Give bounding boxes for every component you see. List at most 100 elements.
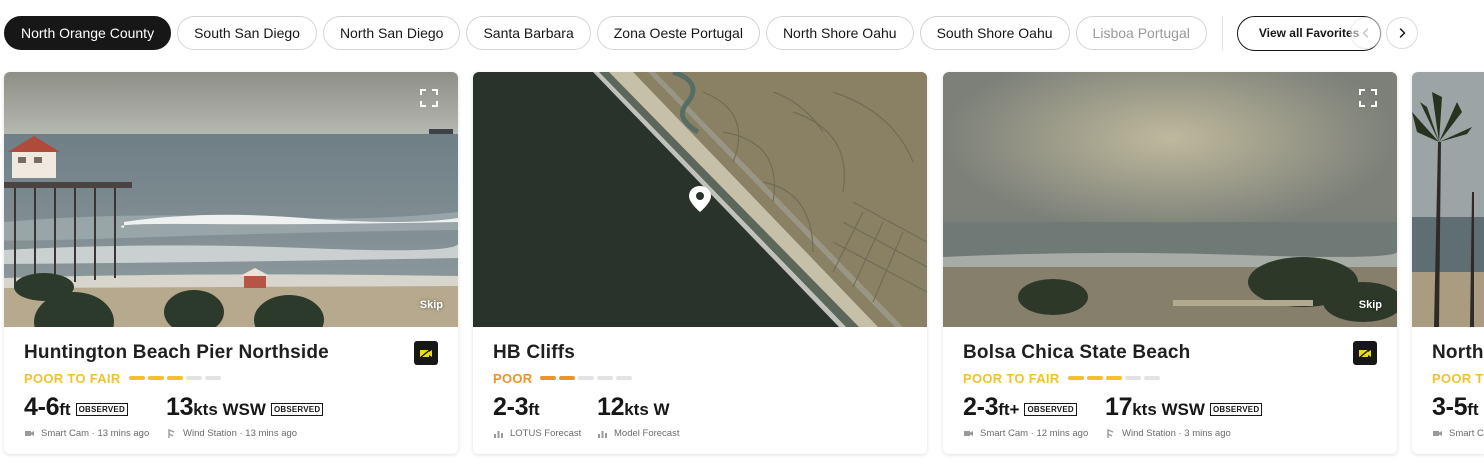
chevron-right-icon <box>1399 28 1406 38</box>
region-chip-south-shore-oahu[interactable]: South Shore Oahu <box>919 16 1070 50</box>
wave-source-text: Smart Cam · 12 mins ago <box>980 427 1089 439</box>
condition-bar <box>185 376 202 380</box>
condition-bar <box>559 376 576 380</box>
wave-source: Smart C <box>1432 428 1484 439</box>
wind-source-text: Wind Station · 13 mins ago <box>183 427 298 439</box>
condition-bars <box>128 376 221 380</box>
wave-height-unit: ft <box>59 400 71 419</box>
region-chip-north-san-diego[interactable]: North San Diego <box>322 16 461 50</box>
card-body: HB Cliffs POOR 2-3 ft 12 kts W LOTUS For… <box>473 327 927 440</box>
scroll-right-button[interactable] <box>1386 17 1418 49</box>
camera-icon <box>964 430 973 436</box>
condition-rating: POOR <box>493 370 907 386</box>
condition-bar <box>147 376 164 380</box>
condition-bar <box>616 376 633 380</box>
spot-card-hb-cliffs[interactable]: HB Cliffs POOR 2-3 ft 12 kts W LOTUS For… <box>473 72 927 454</box>
region-chip-lisboa-portugal[interactable]: Lisboa Portugal <box>1075 16 1207 50</box>
wind-source: Wind Station · 13 mins ago <box>166 428 297 439</box>
cam-still-image <box>943 72 1397 327</box>
cam-badge <box>414 341 438 365</box>
condition-bars <box>540 376 633 380</box>
data-sources: Smart Cam · 13 mins ago Wind Station · 1… <box>24 426 438 440</box>
wave-height: 3-5 ft <box>1432 393 1479 422</box>
skip-button[interactable]: Skip <box>420 299 443 311</box>
condition-bar <box>540 376 557 380</box>
chevron-left-icon <box>1362 28 1369 38</box>
camera-icon <box>1433 430 1442 436</box>
condition-label: POOR TO FAIR <box>963 370 1060 386</box>
spot-title[interactable]: Huntington Beach Pier Northside <box>24 341 438 365</box>
wave-source-text: Smart Cam · 13 mins ago <box>41 427 150 439</box>
condition-rating: POOR TO FAIR <box>24 370 438 386</box>
wind-source-text: Wind Station · 3 mins ago <box>1122 427 1231 439</box>
condition-bar <box>1143 376 1160 380</box>
condition-bar <box>128 376 145 380</box>
cam-badge <box>1353 341 1377 365</box>
data-sources: Smart C <box>1432 426 1484 440</box>
spot-title[interactable]: Bolsa Chica State Beach <box>963 341 1377 365</box>
cam-still-image <box>4 72 458 327</box>
smart-cam-preview[interactable]: Skip <box>4 72 458 327</box>
wave-height-unit: ft <box>528 400 540 419</box>
wave-source: Smart Cam · 13 mins ago <box>24 428 166 439</box>
spot-card-bolsa-chica-state-beach[interactable]: Skip Bolsa Chica State Beach POOR TO FAI… <box>943 72 1397 454</box>
wave-source-text: Smart C <box>1449 427 1484 439</box>
scroll-left-button[interactable] <box>1350 17 1382 49</box>
map-preview[interactable] <box>473 72 927 327</box>
region-chip-santa-barbara[interactable]: Santa Barbara <box>466 16 591 50</box>
spot-title[interactable]: North <box>1432 341 1483 365</box>
forecast-chart-icon <box>494 430 503 438</box>
region-chip-south-san-diego[interactable]: South San Diego <box>177 16 317 50</box>
condition-bars <box>1067 376 1160 380</box>
condition-bar <box>166 376 183 380</box>
wave-height-unit: ft+ <box>998 400 1020 419</box>
wave-height-unit: ft <box>1467 400 1479 419</box>
fullscreen-icon[interactable] <box>1359 89 1377 107</box>
condition-bar <box>1105 376 1122 380</box>
wind-source: Model Forecast <box>597 428 679 439</box>
spot-title[interactable]: HB Cliffs <box>493 341 907 365</box>
location-pin-icon[interactable] <box>687 185 713 213</box>
region-chip-north-shore-oahu[interactable]: North Shore Oahu <box>765 16 914 50</box>
condition-rating: POOR TO FAIR <box>963 370 1377 386</box>
wind-station-icon <box>168 428 175 438</box>
condition-bar <box>578 376 595 380</box>
smart-cam-preview[interactable] <box>1412 72 1484 327</box>
surf-stats: 2-3 ft 12 kts W <box>493 392 907 422</box>
condition-bar <box>597 376 614 380</box>
condition-bar <box>1124 376 1141 380</box>
region-chip-list: North Orange County South San Diego Nort… <box>4 16 1207 50</box>
skip-button[interactable]: Skip <box>1359 299 1382 311</box>
region-chip-zona-oeste-portugal[interactable]: Zona Oeste Portugal <box>596 16 760 50</box>
wave-height-value: 4-6 <box>24 393 60 421</box>
wave-height-value: 2-3 <box>493 393 529 421</box>
chip-divider <box>1221 16 1223 50</box>
region-chip-north-orange-county[interactable]: North Orange County <box>4 16 172 50</box>
condition-bar <box>1067 376 1084 380</box>
camera-icon <box>1358 347 1372 359</box>
wave-height: 2-3 ft <box>493 393 597 422</box>
fullscreen-icon[interactable] <box>420 89 438 107</box>
wind-unit: kts WSW <box>193 400 266 419</box>
wave-source: Smart Cam · 12 mins ago <box>963 428 1105 439</box>
surf-stats: 2-3 ft+ OBSERVED 17 kts WSW OBSERVED <box>963 392 1377 422</box>
card-body: Bolsa Chica State Beach POOR TO FAIR 2-3… <box>943 327 1397 440</box>
condition-bar <box>1086 376 1103 380</box>
wave-height: 2-3 ft+ OBSERVED <box>963 393 1105 422</box>
spot-card-huntington-beach-pier-northside[interactable]: Skip Huntington Beach Pier Northside POO… <box>4 72 458 454</box>
wind: 12 kts W <box>597 393 670 422</box>
spot-card-partial[interactable]: North POOR T 3-5 ft Smart C <box>1412 72 1484 454</box>
observed-badge: OBSERVED <box>1024 403 1077 416</box>
wind-source-text: Model Forecast <box>614 427 680 439</box>
surf-stats: 4-6 ft OBSERVED 13 kts WSW OBSERVED <box>24 392 438 422</box>
wave-height-value: 2-3 <box>963 393 999 421</box>
wind-station-icon <box>1107 428 1114 438</box>
wind-speed-value: 12 <box>597 393 625 421</box>
condition-label: POOR T <box>1432 370 1484 386</box>
data-sources: LOTUS Forecast Model Forecast <box>493 426 907 440</box>
smart-cam-preview[interactable]: Skip <box>943 72 1397 327</box>
wind-speed-value: 13 <box>166 393 194 421</box>
wind-source: Wind Station · 3 mins ago <box>1105 428 1231 439</box>
wind-unit: kts WSW <box>1132 400 1205 419</box>
wind-speed-value: 17 <box>1105 393 1133 421</box>
